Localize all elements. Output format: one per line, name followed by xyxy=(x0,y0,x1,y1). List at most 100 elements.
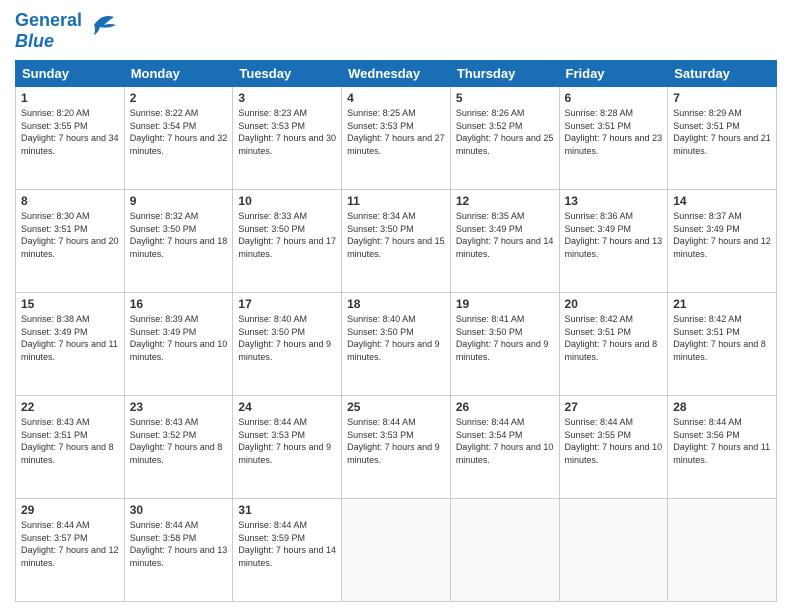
day-info: Sunrise: 8:33 AMSunset: 3:50 PMDaylight:… xyxy=(238,210,336,260)
calendar-cell: 16 Sunrise: 8:39 AMSunset: 3:49 PMDaylig… xyxy=(124,293,233,396)
page-container: GeneralBlue SundayMondayTuesdayWednesday… xyxy=(0,0,792,612)
day-number: 4 xyxy=(347,91,445,105)
day-number: 24 xyxy=(238,400,336,414)
day-number: 9 xyxy=(130,194,228,208)
calendar-cell: 15 Sunrise: 8:38 AMSunset: 3:49 PMDaylig… xyxy=(16,293,125,396)
calendar-cell: 2 Sunrise: 8:22 AMSunset: 3:54 PMDayligh… xyxy=(124,87,233,190)
day-info: Sunrise: 8:42 AMSunset: 3:51 PMDaylight:… xyxy=(565,313,663,363)
calendar-cell: 24 Sunrise: 8:44 AMSunset: 3:53 PMDaylig… xyxy=(233,396,342,499)
day-number: 25 xyxy=(347,400,445,414)
day-info: Sunrise: 8:44 AMSunset: 3:53 PMDaylight:… xyxy=(347,416,445,466)
header: GeneralBlue xyxy=(15,10,777,52)
calendar-cell: 10 Sunrise: 8:33 AMSunset: 3:50 PMDaylig… xyxy=(233,190,342,293)
calendar-cell: 7 Sunrise: 8:29 AMSunset: 3:51 PMDayligh… xyxy=(668,87,777,190)
calendar-cell: 3 Sunrise: 8:23 AMSunset: 3:53 PMDayligh… xyxy=(233,87,342,190)
day-number: 10 xyxy=(238,194,336,208)
calendar-cell: 29 Sunrise: 8:44 AMSunset: 3:57 PMDaylig… xyxy=(16,499,125,602)
day-info: Sunrise: 8:22 AMSunset: 3:54 PMDaylight:… xyxy=(130,107,228,157)
calendar-cell: 28 Sunrise: 8:44 AMSunset: 3:56 PMDaylig… xyxy=(668,396,777,499)
calendar-cell: 5 Sunrise: 8:26 AMSunset: 3:52 PMDayligh… xyxy=(450,87,559,190)
day-info: Sunrise: 8:44 AMSunset: 3:54 PMDaylight:… xyxy=(456,416,554,466)
day-info: Sunrise: 8:29 AMSunset: 3:51 PMDaylight:… xyxy=(673,107,771,157)
day-info: Sunrise: 8:30 AMSunset: 3:51 PMDaylight:… xyxy=(21,210,119,260)
calendar-cell: 27 Sunrise: 8:44 AMSunset: 3:55 PMDaylig… xyxy=(559,396,668,499)
calendar-cell: 25 Sunrise: 8:44 AMSunset: 3:53 PMDaylig… xyxy=(342,396,451,499)
logo-text: GeneralBlue xyxy=(15,10,82,52)
day-info: Sunrise: 8:37 AMSunset: 3:49 PMDaylight:… xyxy=(673,210,771,260)
day-info: Sunrise: 8:43 AMSunset: 3:51 PMDaylight:… xyxy=(21,416,119,466)
day-number: 1 xyxy=(21,91,119,105)
day-number: 29 xyxy=(21,503,119,517)
calendar-cell xyxy=(450,499,559,602)
calendar-cell: 4 Sunrise: 8:25 AMSunset: 3:53 PMDayligh… xyxy=(342,87,451,190)
day-number: 21 xyxy=(673,297,771,311)
day-info: Sunrise: 8:42 AMSunset: 3:51 PMDaylight:… xyxy=(673,313,771,363)
calendar-cell xyxy=(668,499,777,602)
day-info: Sunrise: 8:35 AMSunset: 3:49 PMDaylight:… xyxy=(456,210,554,260)
calendar-cell: 19 Sunrise: 8:41 AMSunset: 3:50 PMDaylig… xyxy=(450,293,559,396)
calendar-day-header: Thursday xyxy=(450,61,559,87)
day-info: Sunrise: 8:38 AMSunset: 3:49 PMDaylight:… xyxy=(21,313,119,363)
day-info: Sunrise: 8:44 AMSunset: 3:59 PMDaylight:… xyxy=(238,519,336,569)
day-info: Sunrise: 8:28 AMSunset: 3:51 PMDaylight:… xyxy=(565,107,663,157)
calendar-cell: 31 Sunrise: 8:44 AMSunset: 3:59 PMDaylig… xyxy=(233,499,342,602)
day-number: 28 xyxy=(673,400,771,414)
day-number: 16 xyxy=(130,297,228,311)
day-info: Sunrise: 8:43 AMSunset: 3:52 PMDaylight:… xyxy=(130,416,228,466)
day-info: Sunrise: 8:25 AMSunset: 3:53 PMDaylight:… xyxy=(347,107,445,157)
day-info: Sunrise: 8:23 AMSunset: 3:53 PMDaylight:… xyxy=(238,107,336,157)
calendar-cell: 11 Sunrise: 8:34 AMSunset: 3:50 PMDaylig… xyxy=(342,190,451,293)
calendar-cell: 22 Sunrise: 8:43 AMSunset: 3:51 PMDaylig… xyxy=(16,396,125,499)
day-info: Sunrise: 8:44 AMSunset: 3:57 PMDaylight:… xyxy=(21,519,119,569)
calendar-cell: 6 Sunrise: 8:28 AMSunset: 3:51 PMDayligh… xyxy=(559,87,668,190)
day-number: 17 xyxy=(238,297,336,311)
day-info: Sunrise: 8:20 AMSunset: 3:55 PMDaylight:… xyxy=(21,107,119,157)
calendar-cell: 12 Sunrise: 8:35 AMSunset: 3:49 PMDaylig… xyxy=(450,190,559,293)
day-info: Sunrise: 8:40 AMSunset: 3:50 PMDaylight:… xyxy=(238,313,336,363)
calendar-cell: 17 Sunrise: 8:40 AMSunset: 3:50 PMDaylig… xyxy=(233,293,342,396)
day-number: 8 xyxy=(21,194,119,208)
calendar-cell: 23 Sunrise: 8:43 AMSunset: 3:52 PMDaylig… xyxy=(124,396,233,499)
calendar-day-header: Sunday xyxy=(16,61,125,87)
day-info: Sunrise: 8:32 AMSunset: 3:50 PMDaylight:… xyxy=(130,210,228,260)
calendar-cell: 30 Sunrise: 8:44 AMSunset: 3:58 PMDaylig… xyxy=(124,499,233,602)
calendar-cell: 18 Sunrise: 8:40 AMSunset: 3:50 PMDaylig… xyxy=(342,293,451,396)
calendar-cell: 13 Sunrise: 8:36 AMSunset: 3:49 PMDaylig… xyxy=(559,190,668,293)
calendar-cell: 20 Sunrise: 8:42 AMSunset: 3:51 PMDaylig… xyxy=(559,293,668,396)
day-info: Sunrise: 8:36 AMSunset: 3:49 PMDaylight:… xyxy=(565,210,663,260)
day-number: 27 xyxy=(565,400,663,414)
day-number: 3 xyxy=(238,91,336,105)
day-info: Sunrise: 8:44 AMSunset: 3:56 PMDaylight:… xyxy=(673,416,771,466)
day-number: 5 xyxy=(456,91,554,105)
day-number: 19 xyxy=(456,297,554,311)
day-number: 11 xyxy=(347,194,445,208)
day-number: 12 xyxy=(456,194,554,208)
calendar-cell: 8 Sunrise: 8:30 AMSunset: 3:51 PMDayligh… xyxy=(16,190,125,293)
calendar-cell xyxy=(559,499,668,602)
day-number: 22 xyxy=(21,400,119,414)
day-info: Sunrise: 8:40 AMSunset: 3:50 PMDaylight:… xyxy=(347,313,445,363)
calendar-day-header: Monday xyxy=(124,61,233,87)
day-number: 31 xyxy=(238,503,336,517)
day-info: Sunrise: 8:44 AMSunset: 3:58 PMDaylight:… xyxy=(130,519,228,569)
day-number: 20 xyxy=(565,297,663,311)
calendar-day-header: Friday xyxy=(559,61,668,87)
day-number: 6 xyxy=(565,91,663,105)
day-number: 23 xyxy=(130,400,228,414)
day-number: 18 xyxy=(347,297,445,311)
calendar-cell: 1 Sunrise: 8:20 AMSunset: 3:55 PMDayligh… xyxy=(16,87,125,190)
day-info: Sunrise: 8:26 AMSunset: 3:52 PMDaylight:… xyxy=(456,107,554,157)
calendar-table: SundayMondayTuesdayWednesdayThursdayFrid… xyxy=(15,60,777,602)
calendar-cell: 21 Sunrise: 8:42 AMSunset: 3:51 PMDaylig… xyxy=(668,293,777,396)
day-number: 15 xyxy=(21,297,119,311)
calendar-cell: 14 Sunrise: 8:37 AMSunset: 3:49 PMDaylig… xyxy=(668,190,777,293)
calendar-day-header: Wednesday xyxy=(342,61,451,87)
day-info: Sunrise: 8:39 AMSunset: 3:49 PMDaylight:… xyxy=(130,313,228,363)
logo-bird-icon xyxy=(86,11,118,39)
day-number: 30 xyxy=(130,503,228,517)
logo: GeneralBlue xyxy=(15,10,118,52)
calendar-cell: 26 Sunrise: 8:44 AMSunset: 3:54 PMDaylig… xyxy=(450,396,559,499)
day-info: Sunrise: 8:41 AMSunset: 3:50 PMDaylight:… xyxy=(456,313,554,363)
calendar-day-header: Tuesday xyxy=(233,61,342,87)
day-number: 26 xyxy=(456,400,554,414)
